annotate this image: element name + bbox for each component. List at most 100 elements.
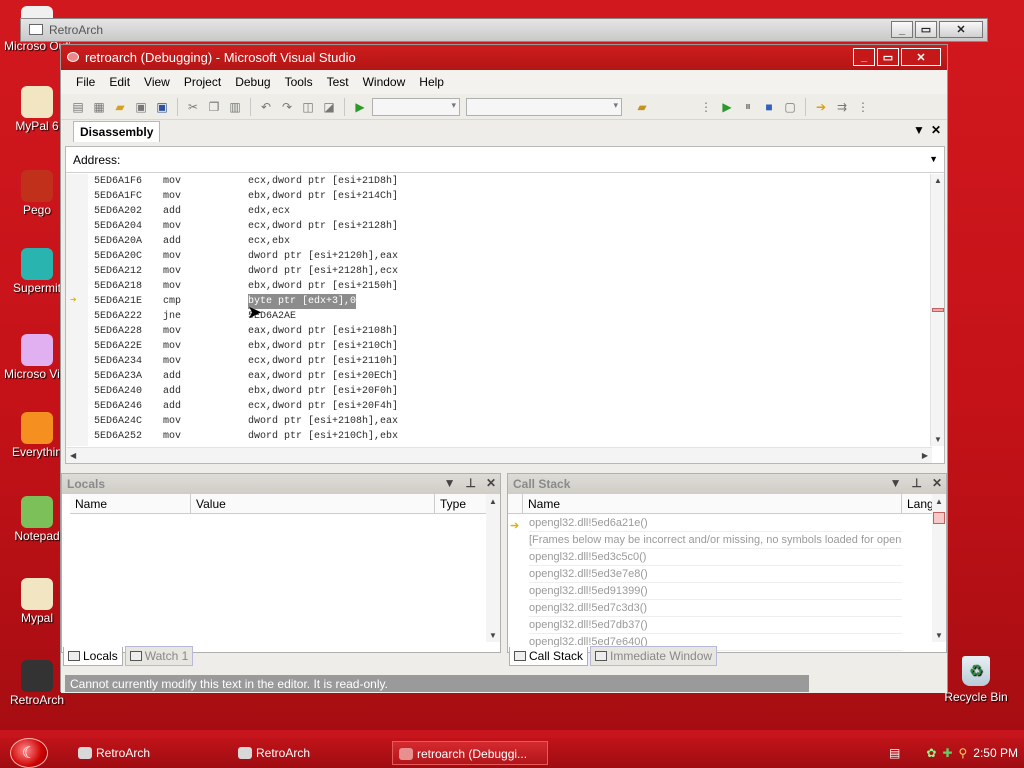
solution-platform-combo[interactable]: [466, 97, 622, 116]
menu-debug[interactable]: Debug: [228, 75, 277, 89]
retroarch-maximize-button[interactable]: ▭: [915, 21, 937, 38]
desktop-icon-recycle-bin[interactable]: ♻ Recycle Bin: [940, 656, 1012, 704]
menu-file[interactable]: File: [69, 75, 102, 89]
disassembly-line[interactable]: 5ED6A252 mov dword ptr [esi+210Ch],ebx: [94, 429, 894, 444]
scroll-up-arrow-icon[interactable]: ▲: [934, 176, 942, 185]
call-stack-frame[interactable]: [Frames below may be incorrect and/or mi…: [529, 532, 902, 549]
disassembly-line[interactable]: 5ED6A21E cmp byte ptr [edx+3],0: [94, 294, 894, 309]
close-icon[interactable]: ✕: [486, 476, 496, 490]
call-stack-frame[interactable]: opengl32.dll!5ed3c5c0(): [529, 549, 902, 566]
close-icon[interactable]: ✕: [931, 123, 941, 137]
vs-maximize-button[interactable]: ▭: [877, 48, 899, 66]
scrollbar-thumb[interactable]: [932, 308, 944, 312]
column-header-name[interactable]: Name: [70, 494, 191, 514]
menu-window[interactable]: Window: [356, 75, 413, 89]
disassembly-line[interactable]: 5ED6A228 mov eax,dword ptr [esi+2108h]: [94, 324, 894, 339]
call-stack-frame[interactable]: opengl32.dll!5ed7db37(): [529, 617, 902, 634]
undo-icon[interactable]: ↶: [257, 98, 275, 116]
tab-watch-1[interactable]: Watch 1: [124, 646, 194, 666]
search-icon[interactable]: ⚲: [959, 746, 968, 760]
horizontal-scrollbar[interactable]: ◀ ▶: [66, 447, 932, 463]
scroll-up-arrow-icon[interactable]: ▲: [935, 497, 943, 506]
disassembly-line[interactable]: 5ED6A20C mov dword ptr [esi+2120h],eax: [94, 249, 894, 264]
scroll-down-arrow-icon[interactable]: ▼: [935, 631, 943, 640]
disassembly-line[interactable]: 5ED6A246 add ecx,dword ptr [esi+20F4h]: [94, 399, 894, 414]
retroarch-close-button[interactable]: ✕: [939, 21, 983, 38]
navigate-back-icon[interactable]: ◫: [299, 98, 317, 116]
column-header-value[interactable]: Value: [191, 494, 435, 514]
disassembly-code[interactable]: 5ED6A1F6 mov ecx,dword ptr [esi+21D8h] 5ED6…: [66, 174, 932, 446]
restart-icon[interactable]: ▢: [781, 98, 799, 116]
disassembly-line[interactable]: 5ED6A1F6 mov ecx,dword ptr [esi+21D8h]: [94, 174, 894, 189]
shield-icon[interactable]: ✚: [942, 746, 952, 760]
menu-project[interactable]: Project: [177, 75, 228, 89]
column-header-language[interactable]: Lang: [902, 494, 934, 514]
call-stack-frame[interactable]: opengl32.dll!5ed6a21e(): [529, 515, 902, 532]
call-stack-panel-header[interactable]: Call Stack ▼ ⊥ ✕: [508, 474, 946, 494]
vertical-scrollbar[interactable]: ▲ ▼: [930, 174, 944, 446]
vs-minimize-button[interactable]: _: [853, 48, 875, 66]
open-file-icon[interactable]: ▰: [111, 98, 129, 116]
scrollbar-thumb[interactable]: [933, 512, 945, 524]
retroarch-window[interactable]: RetroArch _ ▭ ✕: [20, 18, 988, 42]
disassembly-line[interactable]: 5ED6A1FC mov ebx,dword ptr [esi+214Ch]: [94, 189, 894, 204]
menu-edit[interactable]: Edit: [102, 75, 137, 89]
scroll-left-arrow-icon[interactable]: ◀: [70, 451, 76, 460]
chevron-down-icon[interactable]: ▼: [444, 476, 456, 490]
show-next-statement-icon[interactable]: ➔: [812, 98, 830, 116]
column-header-name[interactable]: Name: [523, 494, 902, 514]
column-header-type[interactable]: Type: [435, 494, 488, 514]
vs-close-button[interactable]: ✕: [901, 48, 941, 66]
start-button[interactable]: ☾: [10, 738, 48, 768]
paste-icon[interactable]: ▥: [226, 98, 244, 116]
retroarch-minimize-button[interactable]: _: [891, 21, 913, 38]
taskbar-button-retroarch-2[interactable]: RetroArch: [232, 741, 382, 765]
scroll-down-arrow-icon[interactable]: ▼: [934, 435, 942, 444]
call-stack-frame[interactable]: opengl32.dll!5ed7c3d3(): [529, 600, 902, 617]
call-stack-scrollbar[interactable]: ▲ ▼: [932, 494, 946, 642]
scroll-right-arrow-icon[interactable]: ▶: [922, 451, 928, 460]
chevron-down-icon[interactable]: ▼: [890, 476, 902, 490]
disassembly-line[interactable]: 5ED6A202 add edx,ecx: [94, 204, 894, 219]
chevron-down-icon[interactable]: ▼: [913, 123, 925, 137]
toolbar-overflow-icon[interactable]: ⋮: [854, 98, 872, 116]
disassembly-line[interactable]: 5ED6A204 mov ecx,dword ptr [esi+2128h]: [94, 219, 894, 234]
pin-icon[interactable]: ⊥: [465, 476, 475, 490]
solution-config-combo[interactable]: [372, 97, 460, 116]
locals-scrollbar[interactable]: ▲ ▼: [486, 494, 500, 642]
save-all-icon[interactable]: ▣: [153, 98, 171, 116]
indicator-margin[interactable]: [66, 174, 88, 446]
add-item-icon[interactable]: ▦: [90, 98, 108, 116]
copy-icon[interactable]: ❐: [205, 98, 223, 116]
menu-test[interactable]: Test: [320, 75, 356, 89]
continue-icon[interactable]: ▶: [718, 98, 736, 116]
tab-immediate-window[interactable]: Immediate Window: [590, 646, 718, 666]
scroll-up-arrow-icon[interactable]: ▲: [489, 497, 497, 506]
call-stack-frame[interactable]: opengl32.dll!5ed91399(): [529, 583, 902, 600]
disassembly-line[interactable]: 5ED6A218 mov ebx,dword ptr [esi+2150h]: [94, 279, 894, 294]
tab-disassembly[interactable]: Disassembly: [73, 121, 161, 142]
new-project-icon[interactable]: ▤: [69, 98, 87, 116]
scroll-down-arrow-icon[interactable]: ▼: [489, 631, 497, 640]
toolbar-options-icon[interactable]: ⋮: [697, 98, 715, 116]
start-debugging-icon[interactable]: ▶: [351, 98, 369, 116]
menu-tools[interactable]: Tools: [278, 75, 320, 89]
taskbar-button-retroarch-1[interactable]: RetroArch: [72, 741, 222, 765]
menu-view[interactable]: View: [137, 75, 177, 89]
disassembly-line[interactable]: 5ED6A240 add ebx,dword ptr [esi+20F0h]: [94, 384, 894, 399]
clock[interactable]: 2:50 PM: [973, 746, 1018, 760]
call-stack-frame[interactable]: opengl32.dll!5ed3e7e8(): [529, 566, 902, 583]
menu-help[interactable]: Help: [412, 75, 451, 89]
cut-icon[interactable]: ✂: [184, 98, 202, 116]
vs-titlebar[interactable]: retroarch (Debugging) - Microsoft Visual…: [61, 45, 947, 70]
navigate-forward-icon[interactable]: ◪: [320, 98, 338, 116]
pin-icon[interactable]: ⊥: [911, 476, 921, 490]
step-into-icon[interactable]: ⇉: [833, 98, 851, 116]
disassembly-line[interactable]: 5ED6A24C mov dword ptr [esi+2108h],eax: [94, 414, 894, 429]
keyboard-icon[interactable]: ▤: [889, 746, 900, 760]
close-icon[interactable]: ✕: [932, 476, 942, 490]
tab-call-stack[interactable]: Call Stack: [509, 646, 589, 666]
disassembly-line[interactable]: 5ED6A234 mov ecx,dword ptr [esi+2110h]: [94, 354, 894, 369]
network-icon[interactable]: ✿: [926, 746, 936, 760]
disassembly-line[interactable]: 5ED6A20A add ecx,ebx: [94, 234, 894, 249]
